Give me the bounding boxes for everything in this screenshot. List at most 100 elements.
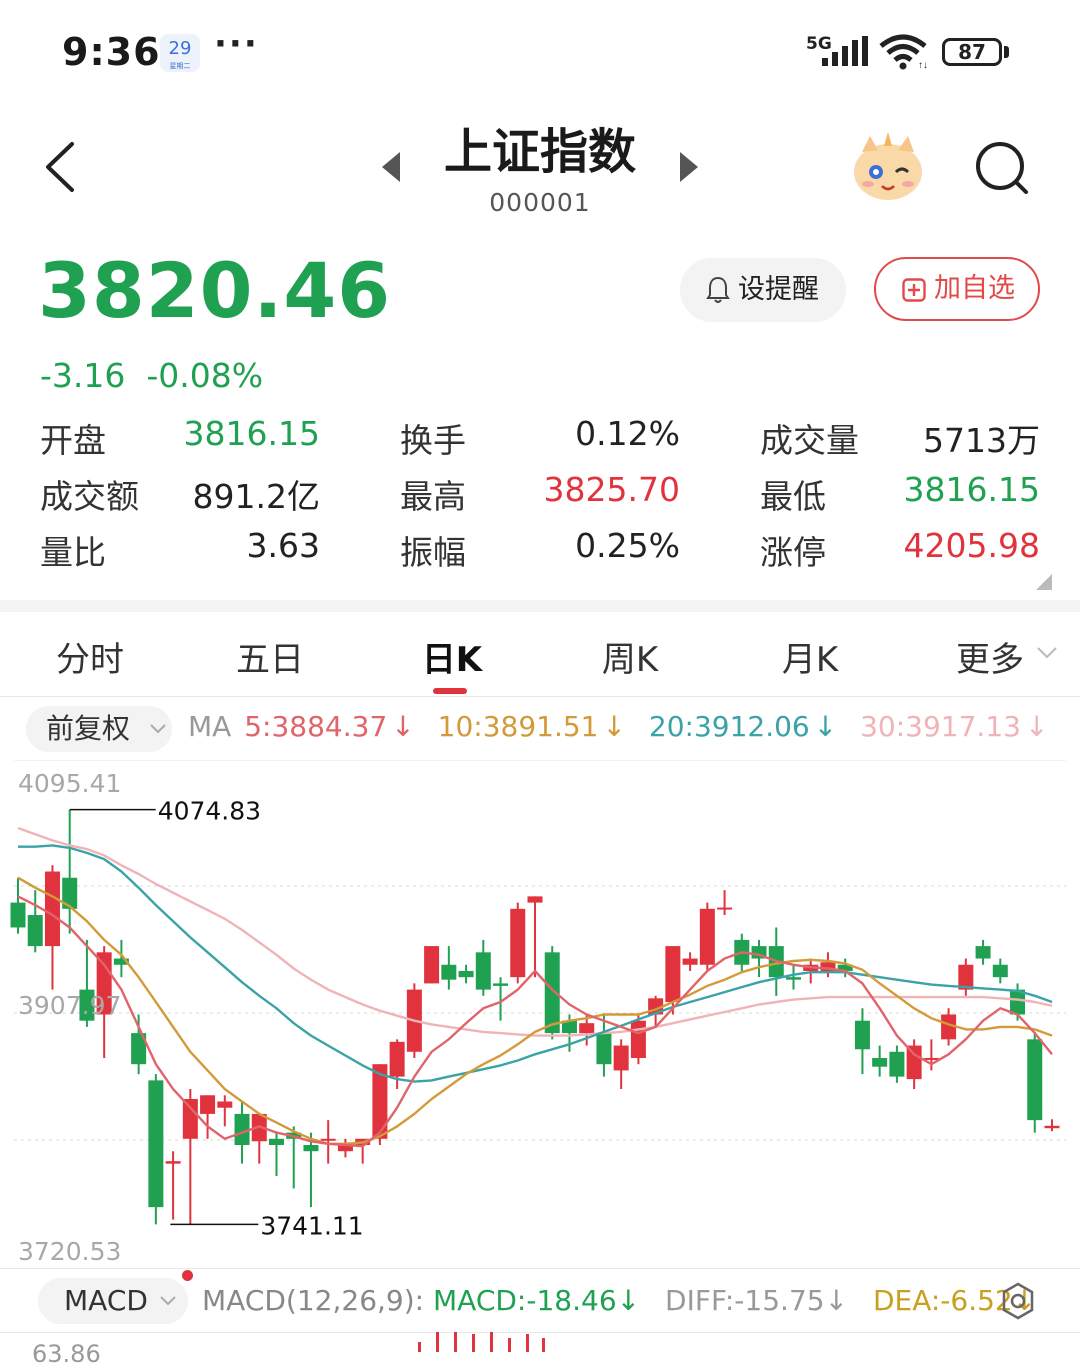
down-arrow-icon: ↓ [824, 1284, 849, 1317]
candle-body [1044, 1125, 1060, 1129]
adjust-dropdown[interactable]: 前复权 [26, 706, 172, 752]
add-watchlist-button[interactable]: 加自选 [874, 257, 1040, 321]
current-price: 3820.46 [38, 246, 392, 335]
stat-value: 0.25% [575, 526, 680, 565]
tab-separator [0, 696, 1080, 697]
settings-icon[interactable] [1000, 1282, 1036, 1320]
ma-label: MA [188, 710, 232, 743]
indicator-dropdown[interactable]: MACD [38, 1278, 188, 1324]
macd-legend: MACD(12,26,9): MACD:-18.46↓ DIFF:-15.75↓… [202, 1284, 1036, 1317]
tab-1[interactable]: 分时 [30, 632, 150, 681]
candle-body [320, 1138, 336, 1141]
chevron-down-icon [160, 1296, 176, 1306]
candle-body [10, 902, 26, 928]
next-stock-icon[interactable] [676, 150, 702, 184]
down-arrow-icon: ↓ [391, 710, 415, 743]
chevron-down-icon [150, 724, 166, 734]
ma20-value: 20:3912.06 [648, 710, 810, 743]
bell-icon [706, 276, 730, 303]
change-value: -3.16 [40, 356, 126, 395]
tab-2[interactable]: 五日 [210, 632, 330, 681]
add-watchlist-label: 加自选 [934, 273, 1015, 304]
stat-label: 最高 [400, 477, 466, 516]
candle-body [148, 1080, 164, 1208]
candle-body [665, 946, 681, 1003]
notification-dot [182, 1270, 193, 1281]
candle-body [182, 1099, 198, 1139]
set-alert-label: 设提醒 [738, 274, 819, 305]
ma-legend: MA 5:3884.37 ↓ 10:3891.51 ↓ 20:3912.06 ↓ 30… [188, 710, 1052, 743]
dea-value: DEA:-6.52 [872, 1284, 1013, 1317]
stat-label: 振幅 [400, 533, 466, 572]
stat-label: 开盘 [40, 421, 106, 460]
candle-body [458, 970, 474, 978]
candle-body [27, 915, 43, 947]
calendar-day: 29 [168, 38, 192, 59]
stat-value: 4205.98 [903, 526, 1040, 565]
candle-body [975, 946, 991, 959]
candle-body [923, 1057, 939, 1060]
stat-value: 5713万 [923, 421, 1040, 460]
change-percent: -0.08% [146, 356, 264, 395]
macd-value: MACD:-18.46 [433, 1284, 617, 1317]
tab-5[interactable]: 月K [750, 632, 870, 681]
candle-body [389, 1041, 405, 1077]
section-divider [0, 600, 1080, 612]
down-arrow-icon: ↓ [1024, 710, 1049, 743]
expand-corner-icon[interactable] [1036, 574, 1052, 590]
candle-body [303, 1144, 319, 1152]
status-time: 9:36 [62, 30, 161, 74]
y-axis-label: 3720.53 [18, 1237, 121, 1266]
battery-indicator: 87 [942, 38, 1002, 66]
down-arrow-icon: ↓ [602, 710, 626, 743]
wifi-icon: ↑↓ [879, 34, 928, 70]
ma30-value: 30:3917.13 [860, 710, 1021, 743]
candle-body [579, 1023, 595, 1034]
stat-value: 3816.15 [183, 414, 320, 453]
tab-6[interactable]: 更多 [930, 632, 1050, 681]
candle-body [200, 1095, 216, 1114]
stat-label: 涨停 [760, 533, 826, 572]
candle-body [992, 964, 1008, 978]
candle-body [682, 958, 698, 965]
chevron-down-icon [1037, 647, 1057, 659]
candle-body [441, 964, 457, 980]
down-arrow-icon: ↓ [616, 1284, 641, 1317]
candle-body [630, 1020, 646, 1058]
active-tab-indicator [433, 688, 467, 694]
calendar-icon: 29 星期二 [160, 34, 200, 72]
candle-body [527, 896, 543, 903]
down-arrow-icon: ↓ [813, 710, 838, 743]
candle-body [613, 1045, 629, 1071]
stat-value: 3.63 [246, 526, 320, 565]
y-axis-label: 4095.41 [18, 769, 121, 798]
candle-body [786, 977, 801, 980]
candle-body [854, 1020, 870, 1050]
high-annotation: 4074.83 [158, 797, 261, 826]
stat-value: 3816.15 [903, 470, 1040, 509]
candlestick-chart[interactable]: 4095.41 3907.97 3720.53 4074.83 3741.11 [0, 760, 1080, 1270]
mascot-avatar-icon[interactable] [850, 132, 926, 202]
macd-separator [0, 1268, 1080, 1269]
more-notifications-icon: ··· [214, 24, 259, 64]
candle-body [217, 1101, 233, 1108]
search-icon[interactable] [974, 140, 1030, 198]
macd-histogram [418, 1332, 545, 1352]
candle-body [165, 1161, 181, 1164]
stat-label: 量比 [40, 533, 106, 572]
candle-body [1027, 1039, 1043, 1121]
tab-3[interactable]: 日K [392, 632, 512, 681]
add-square-icon [902, 278, 926, 302]
candle-body [699, 908, 715, 965]
adjust-label: 前复权 [46, 712, 131, 745]
stat-label: 换手 [400, 421, 466, 460]
tab-4[interactable]: 周K [570, 632, 690, 681]
stat-label: 最低 [760, 477, 826, 516]
candle-body [889, 1051, 905, 1077]
macd-params: MACD(12,26,9): [202, 1284, 425, 1317]
candle-body [269, 1138, 284, 1145]
indicator-label: MACD [64, 1284, 148, 1317]
stat-value: 891.2亿 [192, 477, 320, 516]
set-alert-button[interactable]: 设提醒 [680, 258, 846, 322]
calendar-sub: 星期二 [169, 62, 191, 70]
